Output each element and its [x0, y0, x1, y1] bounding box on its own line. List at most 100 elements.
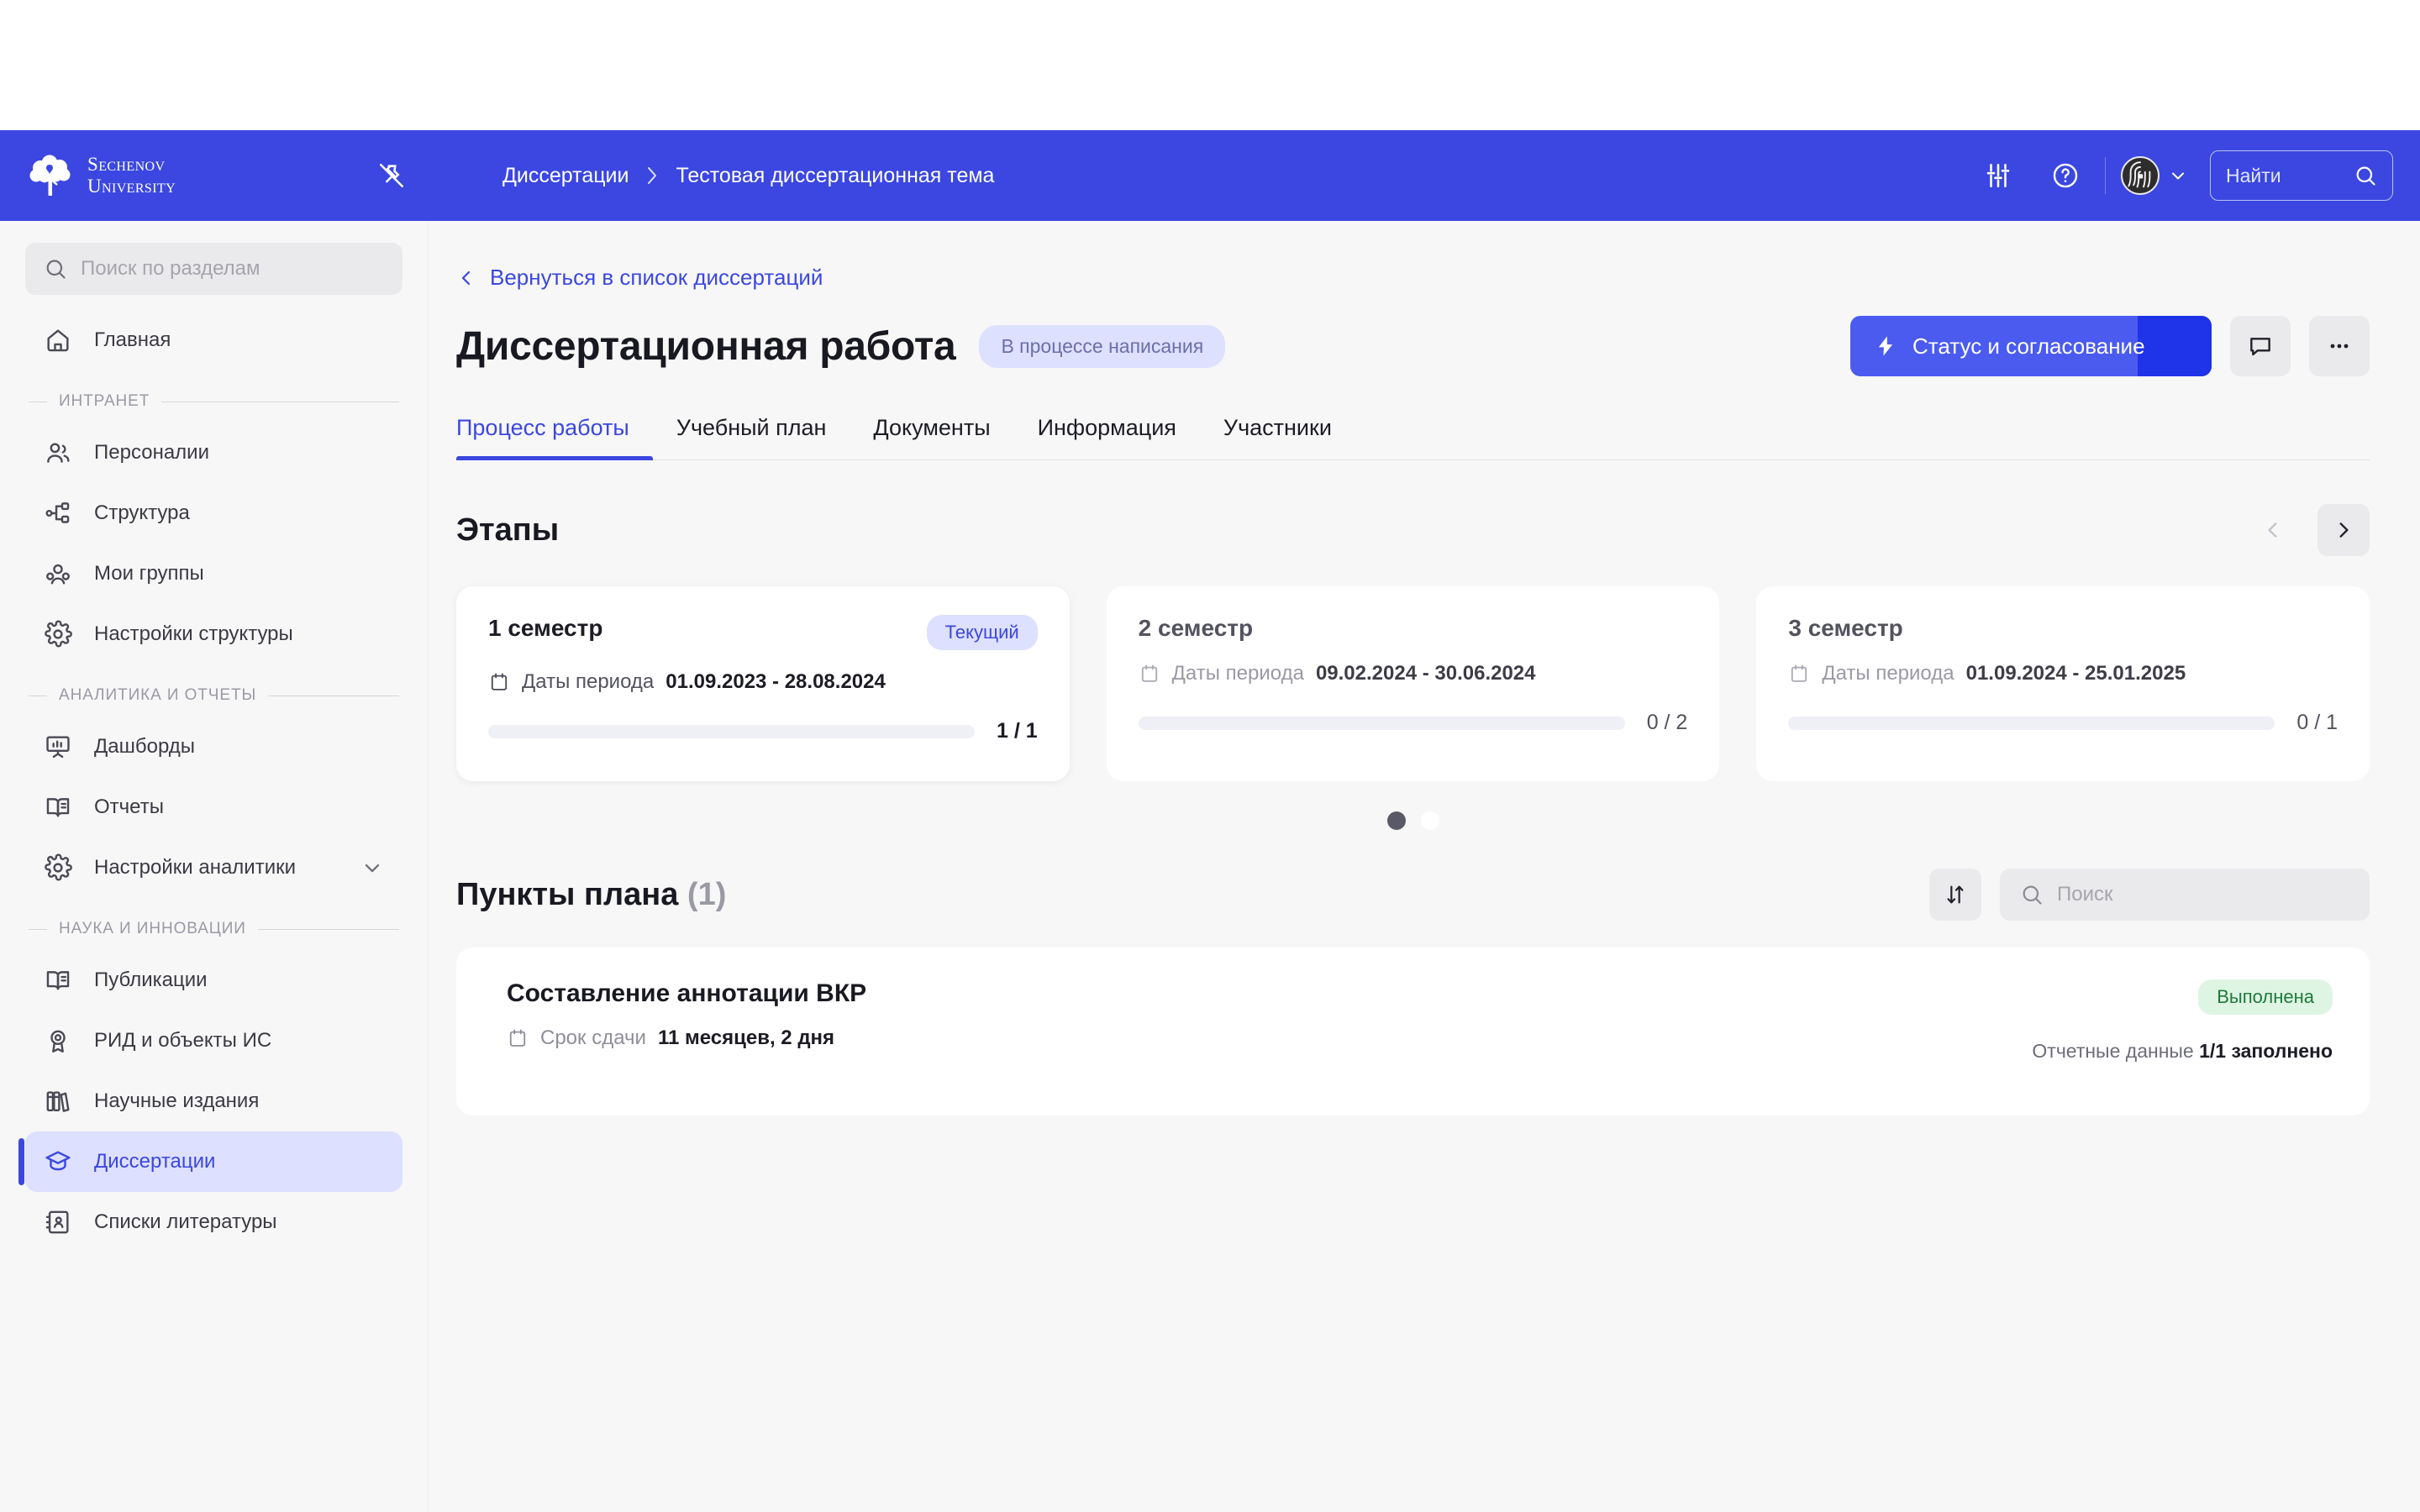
- stages-next-button[interactable]: [2317, 504, 2370, 556]
- calendar-icon: [507, 1027, 529, 1049]
- stages-title: Этапы: [456, 512, 560, 548]
- pagination-dot[interactable]: [1420, 811, 1439, 830]
- divider: [29, 928, 47, 930]
- sidebar-item-dashboard[interactable]: Дашборды: [25, 717, 402, 777]
- progress-bar: [488, 724, 976, 738]
- stage-card-header: 1 семестр Текущий: [488, 615, 1038, 650]
- avatar[interactable]: [2121, 156, 2188, 195]
- sliders-icon[interactable]: [1974, 151, 2023, 200]
- global-search-input[interactable]: [2226, 164, 2345, 187]
- sidebar-item-label: Дашборды: [94, 735, 195, 758]
- status-approval-button[interactable]: Статус и согласование: [1850, 316, 2212, 376]
- sidebar-item-hierarchy[interactable]: Структура: [25, 483, 402, 543]
- brand-logo[interactable]: Sechenov University: [27, 154, 321, 197]
- plan-sort-button[interactable]: [1929, 869, 1981, 921]
- sidebar-item-group[interactable]: Мои группы: [25, 543, 402, 604]
- sidebar-item-book[interactable]: Публикации: [25, 950, 402, 1011]
- stage-card[interactable]: 1 семестр Текущий Даты периода 01.09.2023 -…: [456, 586, 1070, 781]
- plan-item-deadline: Срок сдачи 11 месяцев, 2 дня: [507, 1026, 866, 1050]
- sidebar-item-label: Отчеты: [94, 795, 164, 818]
- search-icon[interactable]: [2354, 164, 2377, 187]
- top-bar: Sechenov University Диссертации Тестовая…: [0, 130, 2420, 221]
- tab-2[interactable]: Документы: [850, 415, 1013, 459]
- sidebar-group-title: АНАЛИТИКА И ОТЧЕТЫ: [59, 686, 257, 704]
- status-badge: В процессе написания: [979, 324, 1226, 368]
- plan-report-label: Отчетные данные: [2032, 1040, 2194, 1062]
- calendar-icon: [488, 671, 510, 693]
- tab-3[interactable]: Информация: [1014, 415, 1200, 459]
- button-accent-cap: [2138, 316, 2212, 376]
- plan-item[interactable]: Составление аннотации ВКР Срок сдачи 11 ме…: [456, 948, 2370, 1116]
- plan-report-info: Отчетные данные 1/1 заполнено: [2032, 1040, 2333, 1063]
- breadcrumb-item-1[interactable]: Тестовая диссертационная тема: [676, 164, 994, 188]
- sort-arrows-icon: [1944, 883, 1967, 906]
- global-search[interactable]: [2210, 150, 2393, 201]
- sidebar-group-label: АНАЛИТИКА И ОТЧЕТЫ: [25, 686, 402, 705]
- divider: [257, 928, 399, 930]
- back-to-list-link[interactable]: Вернуться в список диссертаций: [456, 265, 2370, 291]
- tab-1[interactable]: Учебный план: [653, 415, 850, 459]
- pagination-dot[interactable]: [1386, 811, 1406, 830]
- stage-title: 1 семестр: [488, 615, 603, 641]
- sidebar-search[interactable]: Поиск по разделам: [25, 243, 402, 295]
- hierarchy-icon: [44, 499, 72, 528]
- plan-tools: Поиск: [1929, 869, 2370, 921]
- breadcrumb: Диссертации Тестовая диссертационная тем…: [502, 164, 994, 188]
- stage-date-value: 01.09.2023 - 28.08.2024: [666, 670, 886, 693]
- progress-bar: [1138, 716, 1625, 730]
- sidebar-item-gear[interactable]: Настройки аналитики: [25, 837, 402, 898]
- stages-carousel-controls: [2247, 504, 2370, 556]
- stage-card[interactable]: 2 семестр Даты периода 09.02.2024 - 30.06.…: [1106, 586, 1720, 781]
- status-approval-label: Статус и согласование: [1912, 333, 2145, 359]
- plan-title: Пункты плана (1): [456, 877, 726, 913]
- plan-item-list: Составление аннотации ВКР Срок сдачи 11 ме…: [456, 948, 2370, 1116]
- stage-date-label: Даты периода: [1171, 662, 1304, 685]
- back-to-list-label: Вернуться в список диссертаций: [490, 265, 823, 290]
- brand-line-1: Sechenov: [87, 154, 166, 176]
- stage-card[interactable]: 3 семестр Даты периода 01.09.2024 - 25.01.…: [1756, 586, 2370, 781]
- breadcrumb-separator: [645, 165, 659, 186]
- stages-header: Этапы: [456, 504, 2370, 556]
- sidebar-item-home[interactable]: Главная: [25, 310, 402, 370]
- tab-0[interactable]: Процесс работы: [456, 415, 653, 460]
- stage-card-header: 3 семестр: [1788, 615, 2338, 642]
- home-icon: [44, 326, 72, 354]
- lightning-icon: [1874, 334, 1897, 358]
- sidebar-item-contact-book[interactable]: Списки литературы: [25, 1192, 402, 1252]
- comment-button[interactable]: [2230, 316, 2291, 376]
- books-icon: [44, 1087, 72, 1116]
- breadcrumb-item-0[interactable]: Диссертации: [502, 164, 629, 188]
- stages-pagination: [456, 811, 2370, 830]
- stage-progress-text: 0 / 1: [2296, 711, 2338, 734]
- stage-title: 3 семестр: [1788, 615, 1903, 641]
- chevron-down-icon[interactable]: [360, 856, 384, 879]
- question-circle-icon[interactable]: [2041, 151, 2090, 200]
- tab-4[interactable]: Участники: [1200, 415, 1355, 459]
- tab-label: Процесс работы: [456, 415, 629, 440]
- comment-icon: [2247, 333, 2274, 360]
- sidebar-item-award[interactable]: РИД и объекты ИС: [25, 1011, 402, 1071]
- stage-dates: Даты периода 01.09.2024 - 25.01.2025: [1788, 662, 2338, 685]
- top-bar-actions: [1974, 150, 2420, 201]
- sidebar-item-books[interactable]: Научные издания: [25, 1071, 402, 1131]
- stage-progress: 0 / 2: [1138, 711, 1687, 735]
- stage-progress: 1 / 1: [488, 719, 1038, 743]
- sidebar-group-label: НАУКА И ИННОВАЦИИ: [25, 920, 402, 938]
- sidebar-item-label: Списки литературы: [94, 1210, 277, 1233]
- plan-search[interactable]: Поиск: [2000, 869, 2370, 921]
- sidebar-item-gear[interactable]: Настройки структуры: [25, 604, 402, 664]
- more-actions-button[interactable]: [2309, 316, 2370, 376]
- sidebar-item-users[interactable]: Персоналии: [25, 423, 402, 483]
- sidebar-item-label: РИД и объекты ИС: [94, 1029, 272, 1052]
- stage-dates: Даты периода 01.09.2023 - 28.08.2024: [488, 670, 1038, 694]
- brand-line-2: University: [87, 176, 176, 197]
- stages-prev-button[interactable]: [2247, 504, 2299, 556]
- pin-off-icon[interactable]: [373, 157, 410, 194]
- search-icon: [44, 257, 67, 281]
- ellipsis-icon: [2326, 333, 2353, 360]
- sidebar-item-book[interactable]: Отчеты: [25, 777, 402, 837]
- book-icon: [44, 966, 72, 995]
- main-content: Вернуться в список диссертаций Диссертац…: [429, 221, 2420, 1512]
- divider: [2105, 157, 2106, 194]
- sidebar-item-graduation[interactable]: Диссертации: [18, 1131, 402, 1192]
